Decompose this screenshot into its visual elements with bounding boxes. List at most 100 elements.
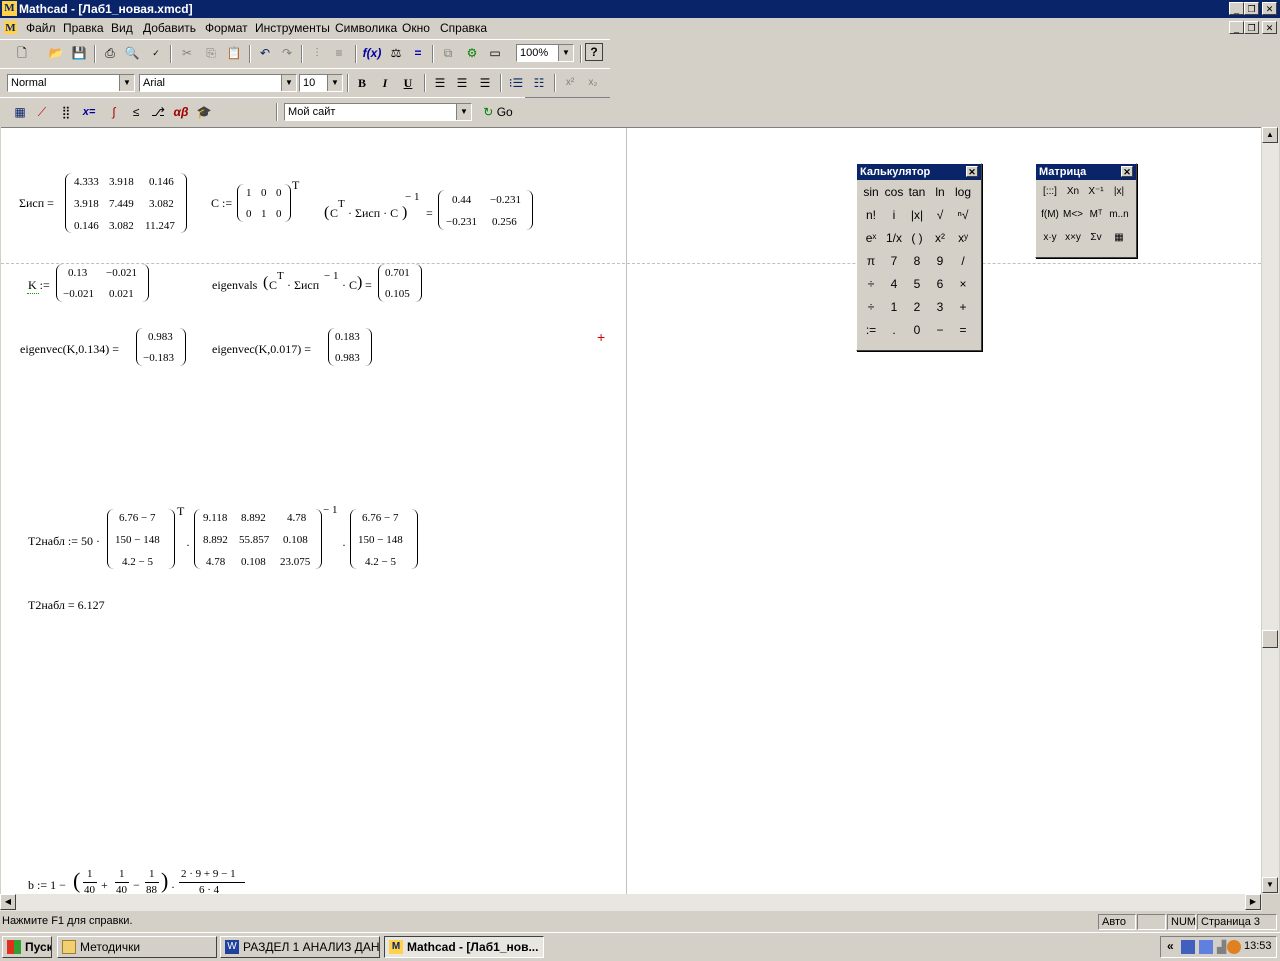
matrix-key[interactable]: X⁻¹ (1085, 182, 1107, 202)
ct-c[interactable]: C (330, 206, 338, 221)
matrix-key[interactable]: ▦ (1108, 228, 1130, 248)
style-select[interactable]: Normal ▼ (7, 74, 135, 92)
b-lhs[interactable]: b := 1 − (28, 878, 66, 893)
bold-button[interactable]: B (352, 73, 372, 93)
menu-insert[interactable]: Добавить (143, 21, 196, 35)
zoom-select[interactable]: 100% ▼ (516, 44, 574, 62)
network-icon-2[interactable] (1199, 940, 1213, 954)
boolean-toolbar-icon[interactable]: ≤ (126, 102, 146, 122)
eigenvec-2-result[interactable]: 0.183 0.983 (328, 328, 372, 368)
insert-unit-icon[interactable]: ⚖ (386, 43, 406, 63)
network-icon[interactable] (1181, 940, 1195, 954)
resources-icon[interactable]: ⚙ (462, 43, 482, 63)
calc-key[interactable]: + (952, 297, 974, 317)
menu-help[interactable]: Справка (440, 21, 487, 35)
new-icon[interactable]: 🗋 (12, 43, 32, 63)
calc-key[interactable]: 8 (906, 251, 928, 271)
calc-key[interactable]: 6 (929, 274, 951, 294)
menu-symbolics[interactable]: Символика (335, 21, 397, 35)
calc-key[interactable]: log (952, 182, 974, 202)
doc-restore-button[interactable]: ❐ (1244, 21, 1259, 34)
calc-key[interactable]: 5 (906, 274, 928, 294)
menu-tools[interactable]: Инструменты (255, 21, 330, 35)
calc-key[interactable]: 1/x (883, 228, 905, 248)
calc-key[interactable]: 9 (929, 251, 951, 271)
scroll-up-icon[interactable]: ▲ (1262, 127, 1278, 143)
close-icon[interactable]: ✕ (966, 166, 978, 177)
task-folder[interactable]: Методички (57, 936, 217, 958)
doc-minimize-button[interactable]: _ (1229, 21, 1244, 34)
bullets-icon[interactable]: ⁝☰ (506, 73, 526, 93)
matrix-key[interactable]: Xn (1062, 182, 1084, 202)
spellcheck-icon[interactable]: ✓ (146, 43, 166, 63)
tray-expand-icon[interactable]: « (1167, 939, 1174, 953)
calc-key[interactable]: / (952, 251, 974, 271)
align-center-icon[interactable]: ☰ (452, 73, 472, 93)
matrix-toolbar-icon[interactable]: ⣿ (56, 102, 76, 122)
calc-key[interactable]: ÷ (860, 297, 882, 317)
print-icon[interactable]: ⎙ (100, 43, 120, 63)
paste-icon[interactable]: 📋 (224, 43, 244, 63)
insert-function-icon[interactable]: f(x) (362, 43, 382, 63)
horizontal-scrollbar[interactable]: ◀ ▶ (0, 894, 1262, 911)
matrix-key[interactable]: M<> (1062, 205, 1084, 225)
task-word[interactable]: W РАЗДЕЛ 1 АНАЛИЗ ДАН... (220, 936, 380, 958)
calc-key[interactable]: ln (929, 182, 951, 202)
help-icon[interactable]: ? (585, 43, 603, 61)
sigma-matrix[interactable]: 4.333 3.918 0.146 3.918 7.449 3.082 0.14… (65, 173, 187, 235)
matrix-key[interactable]: f(M) (1039, 205, 1061, 225)
task-mathcad[interactable]: M Mathcad - [Лаб1_нов... (384, 936, 544, 958)
menu-edit[interactable]: Правка (63, 21, 104, 35)
restore-button[interactable]: ❐ (1244, 2, 1259, 15)
scroll-right-icon[interactable]: ▶ (1245, 894, 1261, 910)
sigma-label[interactable]: Σисп = (19, 196, 54, 211)
matrix-key[interactable]: x×y (1062, 228, 1084, 248)
vertical-scrollbar[interactable]: ▲ ▼ (1262, 127, 1279, 894)
menu-format[interactable]: Формат (205, 21, 248, 35)
worksheet[interactable]: Σисп = 4.333 3.918 0.146 3.918 7.449 3.0… (1, 127, 1261, 895)
graph-toolbar-icon[interactable]: ⟋ (32, 102, 52, 122)
document-icon[interactable]: M (4, 21, 17, 34)
close-icon[interactable]: ✕ (1121, 166, 1133, 177)
align-down-icon[interactable]: ≡ (329, 43, 349, 63)
underline-button[interactable]: U (398, 73, 418, 93)
t2-cov-matrix[interactable]: 9.118 8.892 4.78 8.892 55.857 0.108 4.78… (194, 509, 322, 571)
font-select[interactable]: Arial ▼ (139, 74, 297, 92)
insert-hyperlink-icon[interactable]: ⧉ (438, 43, 458, 63)
calc-key[interactable]: − (929, 320, 951, 340)
calc-key[interactable]: i (883, 205, 905, 225)
calc-key[interactable]: ÷ (860, 274, 882, 294)
calc-key[interactable]: 3 (929, 297, 951, 317)
doc-close-button[interactable]: ✕ (1262, 21, 1277, 34)
calc-key[interactable]: tan (906, 182, 928, 202)
subscript-icon[interactable]: x₂ (583, 73, 603, 93)
antivirus-icon[interactable] (1227, 940, 1241, 954)
redo-icon[interactable]: ↷ (277, 43, 297, 63)
calculator-toolbar-icon[interactable]: ▦ (10, 102, 30, 122)
matrix-key[interactable]: |x| (1108, 182, 1130, 202)
calc-key[interactable]: = (952, 320, 974, 340)
scroll-left-icon[interactable]: ◀ (0, 894, 16, 910)
copy-icon[interactable]: ⎘ (201, 43, 221, 63)
calc-key[interactable]: sin (860, 182, 882, 202)
menu-window[interactable]: Окно (402, 21, 430, 35)
calc-key[interactable]: n! (860, 205, 882, 225)
minimize-button[interactable]: _ (1229, 2, 1244, 15)
matrix-title-bar[interactable]: Матрица ✕ (1036, 164, 1136, 180)
signal-icon[interactable]: ▟ (1217, 940, 1226, 954)
evaluation-toolbar-icon[interactable]: x= (79, 102, 99, 122)
calc-key[interactable]: π (860, 251, 882, 271)
font-size-select[interactable]: 10 ▼ (299, 74, 343, 92)
menu-file[interactable]: Файл (26, 21, 56, 35)
cut-icon[interactable]: ✂ (177, 43, 197, 63)
undo-icon[interactable]: ↶ (255, 43, 275, 63)
eigenvec-1-expr[interactable]: eigenvec(K,0.134) = (20, 342, 119, 357)
calc-key[interactable]: := (860, 320, 882, 340)
k-matrix[interactable]: 0.13 −0.021 −0.021 0.021 (56, 264, 149, 304)
matrix-key[interactable]: x·y (1039, 228, 1061, 248)
superscript-icon[interactable]: x² (560, 73, 580, 93)
calc-key[interactable]: x² (929, 228, 951, 248)
calc-key[interactable]: 4 (883, 274, 905, 294)
align-across-icon[interactable]: ⫶ (307, 43, 327, 63)
calculator-title-bar[interactable]: Калькулятор ✕ (857, 164, 981, 180)
